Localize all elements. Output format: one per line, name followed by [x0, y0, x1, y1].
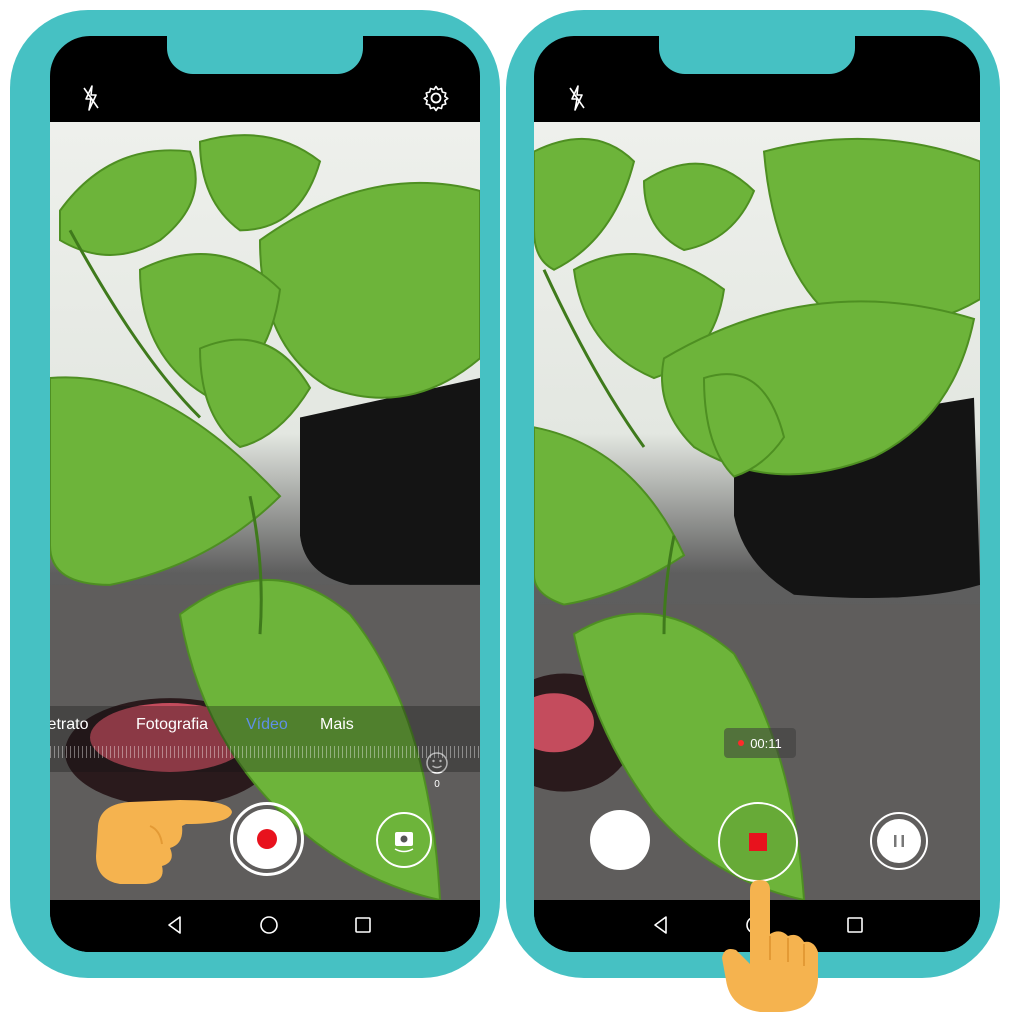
phone-frame-left: 0 Retrato Fotografia Vídeo Mais: [10, 10, 500, 978]
phone-notch: [167, 36, 363, 74]
phone-screen-right: 00:11: [534, 36, 980, 952]
recents-square-icon[interactable]: [844, 914, 866, 936]
recording-indicator-dot: [738, 740, 745, 746]
mode-photo[interactable]: Fotografia: [136, 716, 208, 734]
switch-camera-button[interactable]: [376, 812, 432, 868]
camera-viewfinder[interactable]: 0 Retrato Fotografia Vídeo Mais: [50, 122, 480, 900]
camera-viewfinder[interactable]: 00:11: [534, 122, 980, 900]
flash-off-icon[interactable]: [82, 84, 100, 112]
recents-square-icon[interactable]: [352, 914, 374, 936]
flash-off-icon[interactable]: [568, 84, 586, 112]
back-triangle-icon[interactable]: [164, 914, 186, 936]
pause-icon: [877, 819, 921, 863]
pause-button[interactable]: [870, 812, 928, 870]
back-triangle-icon[interactable]: [650, 914, 672, 936]
recording-time: 00:11: [750, 735, 782, 751]
camera-top-bar: [50, 74, 480, 122]
phone-frame-right: 00:11: [506, 10, 1000, 978]
plant-scene-image: [50, 134, 480, 900]
record-button[interactable]: [230, 802, 304, 876]
pointing-hand-up-icon: [722, 880, 818, 1012]
home-circle-icon[interactable]: [258, 914, 280, 936]
plant-scene-image: [534, 137, 980, 900]
recording-timer: 00:11: [724, 728, 796, 758]
beauty-level: 0: [434, 779, 440, 790]
snapshot-button[interactable]: [590, 810, 650, 870]
camera-mode-selector[interactable]: Retrato Fotografia Vídeo Mais: [50, 706, 480, 772]
mode-video[interactable]: Vídeo: [246, 716, 288, 734]
mode-portrait[interactable]: Retrato: [50, 716, 88, 734]
pointing-hand-right-icon: [96, 800, 232, 884]
system-nav-bar: [50, 900, 480, 952]
switch-camera-icon: [394, 832, 414, 853]
mode-scroll-ticks: [50, 746, 480, 758]
stop-record-button[interactable]: [718, 802, 798, 882]
phone-notch: [659, 36, 855, 74]
stop-icon: [749, 833, 767, 851]
mode-more[interactable]: Mais: [320, 716, 354, 734]
camera-top-bar: [534, 74, 980, 122]
record-dot-icon: [257, 829, 277, 849]
gear-icon[interactable]: [422, 84, 450, 112]
